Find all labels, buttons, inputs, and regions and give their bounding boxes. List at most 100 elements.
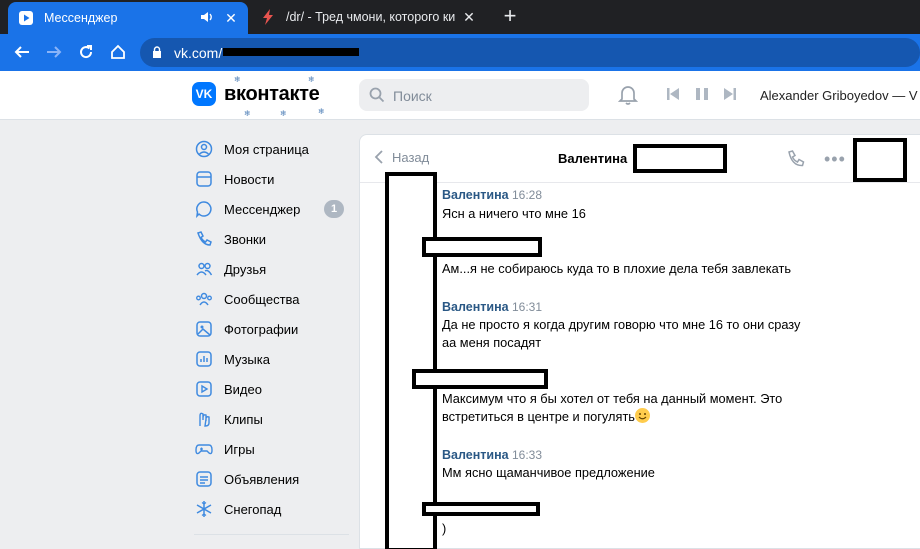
menu-item-label: Фотографии: [224, 321, 299, 337]
unread-badge: 1: [324, 200, 344, 218]
menu-item-video[interactable]: Видео: [190, 374, 350, 404]
url-text: vk.com/: [174, 45, 223, 61]
snowflake-icon: ❄: [234, 75, 241, 84]
menu-divider: [194, 534, 349, 535]
more-options-icon[interactable]: •••: [824, 149, 846, 170]
message-author[interactable]: Валентина: [442, 300, 509, 314]
message-text: встретиться в центре и погулять: [442, 409, 635, 424]
redacted-name: [633, 144, 727, 173]
tab-title: /dr/ - Тред чмони, которого ки: [286, 10, 456, 24]
menu-item-label: Музыка: [224, 351, 270, 367]
menu-item-clips[interactable]: Клипы: [190, 404, 350, 434]
redacted-author: [422, 502, 540, 516]
message-text: ): [442, 521, 447, 536]
menu-item-label: Снегопад: [224, 501, 282, 517]
back-button[interactable]: Назад: [374, 149, 429, 165]
vk-logo-text[interactable]: вконтакте: [224, 83, 320, 106]
next-track-icon[interactable]: [723, 87, 737, 106]
lightning-icon: [260, 9, 276, 25]
menu-item-friends[interactable]: Друзья: [190, 254, 350, 284]
tab-messenger[interactable]: Мессенджер ✕: [8, 2, 248, 34]
screen: Мессенджер ✕ /dr/ - Тред чмони, которого…: [0, 0, 920, 549]
message-text: Ясн а ничего что мне 16: [442, 206, 586, 221]
browser-tabbar: Мессенджер ✕ /dr/ - Тред чмони, которого…: [0, 0, 920, 34]
snowflake-icon: ❄: [318, 107, 325, 116]
redacted-avatar: [853, 138, 907, 182]
message-text: Мм ясно щаманчивое предложение: [442, 465, 655, 480]
url-redaction: [223, 48, 359, 56]
chat-panel: Назад Валентина ••• Валентина 16:28 Ясн …: [359, 134, 920, 549]
back-label: Назад: [392, 149, 430, 165]
message-time: 16:31: [512, 300, 543, 314]
message-author[interactable]: Валентина: [442, 188, 509, 202]
bell-icon[interactable]: [617, 84, 639, 111]
menu-item-label: Клипы: [224, 411, 263, 427]
music-icon: [194, 349, 214, 369]
snowflake-icon: [194, 499, 214, 519]
phone-icon: [194, 229, 214, 249]
search-icon: [369, 87, 385, 108]
message-text: Да не просто я когда другим говорю что м…: [442, 317, 801, 332]
speaker-icon[interactable]: [200, 11, 214, 26]
snowflake-icon: ❄: [308, 75, 315, 84]
menu-item-label: Игры: [224, 441, 255, 457]
menu-item-calls[interactable]: Звонки: [190, 224, 350, 254]
news-icon: [194, 169, 214, 189]
user-circle-icon: [194, 139, 214, 159]
message-text: Максимум что я бы хотел от тебя на данны…: [442, 391, 783, 406]
menu-item-games[interactable]: Игры: [190, 434, 350, 464]
clips-icon: [194, 409, 214, 429]
vk-header: VK вконтакте ❄ ❄ ❄ ❄ ❄ Поиск Alexander G…: [0, 71, 920, 120]
menu-item-photos[interactable]: Фотографии: [190, 314, 350, 344]
menu-item-music[interactable]: Музыка: [190, 344, 350, 374]
chat-header: Назад Валентина •••: [360, 135, 920, 183]
close-tab-icon[interactable]: ✕: [460, 9, 478, 26]
menu-item-label: Объявления: [224, 471, 300, 487]
menu-item-label: Моя страница: [224, 141, 309, 157]
menu-item-messenger[interactable]: Мессенджер 1: [190, 194, 350, 224]
menu-item-my-page[interactable]: Моя страница: [190, 134, 350, 164]
menu-item-label: Новости: [224, 171, 275, 187]
contact-name[interactable]: Валентина: [558, 151, 627, 166]
menu-item-label: Сообщества: [224, 291, 300, 307]
vk-logo-icon[interactable]: VK: [192, 82, 216, 106]
message-text: Ам...я не собираюсь куда то в плохие дел…: [442, 261, 791, 276]
menu-item-label: Звонки: [224, 231, 266, 247]
search-placeholder: Поиск: [393, 88, 432, 104]
home-icon[interactable]: [106, 40, 130, 64]
smile-emoji-icon: [634, 408, 650, 423]
message-time: 16:33: [512, 448, 543, 462]
redacted-author: [412, 369, 548, 389]
lock-icon: [152, 46, 162, 64]
chevron-left-icon: [374, 150, 383, 164]
vk-play-icon: [18, 10, 34, 26]
friends-icon: [194, 259, 214, 279]
phone-icon[interactable]: [786, 149, 806, 174]
message-list: Валентина 16:28 Ясн а ничего что мне 16 …: [360, 172, 920, 549]
menu-item-snowfall[interactable]: Снегопад: [190, 494, 350, 524]
snowflake-icon: ❄: [280, 109, 287, 118]
previous-track-icon[interactable]: [666, 87, 680, 106]
menu-item-ads[interactable]: Объявления: [190, 464, 350, 494]
current-user-name[interactable]: Alexander Griboyedov — V: [760, 88, 918, 103]
pause-icon[interactable]: [695, 87, 709, 106]
redacted-author: [422, 237, 542, 257]
reload-icon[interactable]: [74, 40, 98, 64]
left-menu: Моя страница Новости Мессенджер 1 Звонки…: [190, 134, 350, 524]
menu-item-label: Друзья: [224, 261, 267, 277]
close-tab-icon[interactable]: ✕: [222, 10, 240, 27]
photo-icon: [194, 319, 214, 339]
message-author[interactable]: Валентина: [442, 448, 509, 462]
tab-dr-thread[interactable]: /dr/ - Тред чмони, которого ки ✕: [250, 0, 486, 34]
tab-title: Мессенджер: [44, 11, 118, 25]
gamepad-icon: [194, 439, 214, 459]
menu-item-news[interactable]: Новости: [190, 164, 350, 194]
search-input[interactable]: Поиск: [359, 79, 589, 111]
back-arrow-icon[interactable]: [10, 40, 34, 64]
forward-arrow-icon[interactable]: [42, 40, 66, 64]
video-icon: [194, 379, 214, 399]
menu-item-communities[interactable]: Сообщества: [190, 284, 350, 314]
new-tab-button[interactable]: +: [498, 5, 522, 27]
menu-item-label: Мессенджер: [224, 201, 301, 217]
message-text-with-emoji: встретиться в центре и погулять: [442, 408, 650, 426]
